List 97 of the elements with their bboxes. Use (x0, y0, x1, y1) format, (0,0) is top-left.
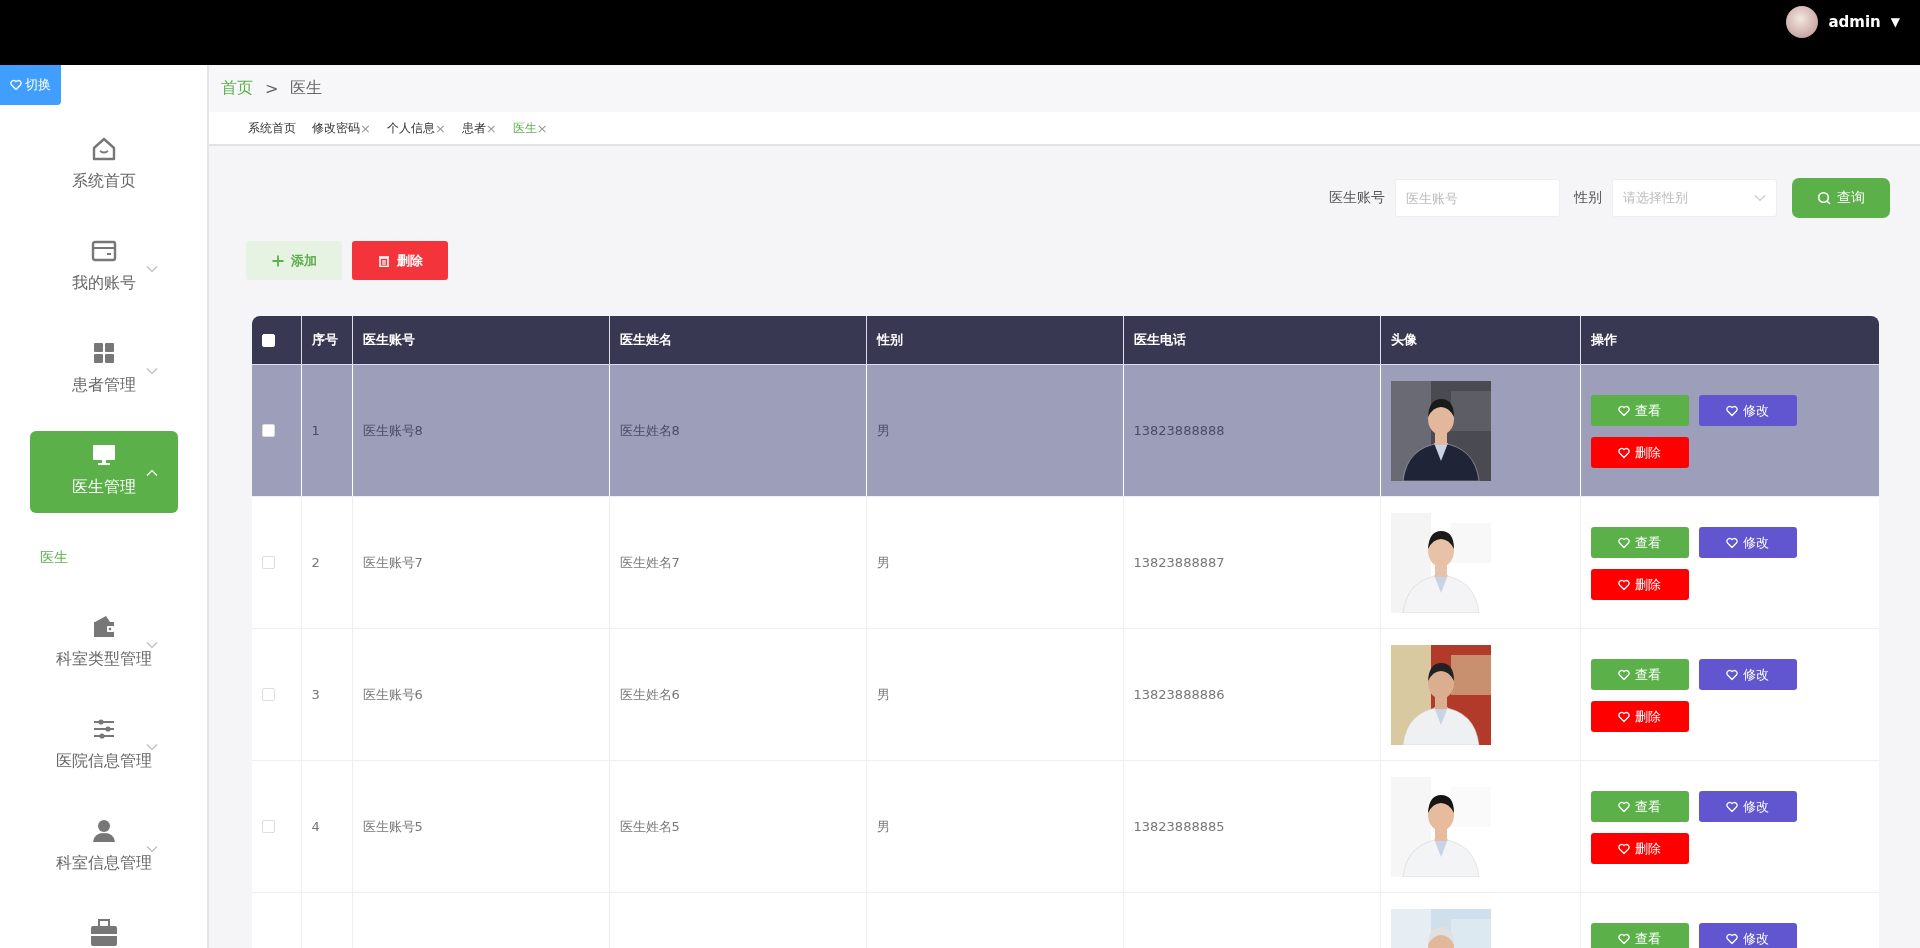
caret-icon[interactable]: ▼ (1890, 14, 1900, 29)
home-icon (90, 135, 118, 163)
table-cell: 医生账号7 (362, 554, 423, 570)
checkbox[interactable] (262, 556, 275, 569)
breadcrumb-item: 医生 (290, 78, 323, 99)
column-header: 序号 (311, 332, 338, 347)
search-field[interactable]: 医生账号 (1395, 179, 1560, 217)
heart-icon (1618, 668, 1630, 681)
heart-icon (1726, 536, 1738, 549)
table-cell: 男 (876, 554, 890, 570)
delete-button[interactable]: 删除 (1590, 701, 1689, 732)
delete-button[interactable]: 删除 (352, 241, 448, 280)
menu-item[interactable]: 我的账号 (30, 227, 178, 309)
column-header: 性别 (876, 332, 903, 347)
toggle-button[interactable]: 切换 (0, 65, 61, 105)
column-header: 头像 (1390, 332, 1417, 347)
tab[interactable]: 个人信息× (386, 119, 446, 137)
heart-icon (10, 79, 22, 91)
view-button[interactable]: 查看 (1590, 659, 1689, 690)
delete-button[interactable]: 删除 (1590, 569, 1689, 600)
edit-button[interactable]: 修改 (1698, 395, 1797, 426)
table-cell: 男 (876, 686, 890, 702)
view-button[interactable]: 查看 (1590, 527, 1689, 558)
close-icon[interactable]: × (485, 120, 497, 136)
table-cell: 13823888886 (1133, 687, 1225, 702)
search-button[interactable]: 查询 (1792, 178, 1890, 218)
edit-button[interactable]: 修改 (1698, 791, 1797, 822)
tab[interactable]: 系统首页 (248, 119, 296, 137)
table-cell: 13823888885 (1133, 819, 1225, 834)
search-icon (1817, 191, 1831, 205)
add-button[interactable]: 添加 (246, 241, 342, 280)
checkbox[interactable] (262, 688, 275, 701)
column-header: 医生账号 (362, 332, 415, 347)
delete-button[interactable]: 删除 (1590, 437, 1689, 468)
table-cell: 医生账号6 (362, 686, 423, 702)
trash-icon (377, 254, 390, 267)
view-button[interactable]: 查看 (1590, 395, 1689, 426)
person-icon (90, 817, 118, 845)
table-cell: 医生姓名5 (619, 818, 680, 834)
submenu-item[interactable]: 医生 (40, 549, 68, 567)
table-cell: 医生姓名6 (619, 686, 680, 702)
heart-icon (1618, 404, 1630, 417)
tab[interactable]: 患者× (461, 119, 497, 137)
menu-item[interactable]: 患者管理 (30, 329, 178, 411)
column-header: 医生电话 (1133, 332, 1186, 347)
table-cell: 13823888888 (1133, 423, 1225, 438)
breadcrumb-link[interactable]: 首页 (221, 78, 253, 99)
plus-icon (271, 254, 284, 267)
field-label: 医生账号 (1329, 189, 1385, 207)
menu-item[interactable]: 科室信息管理 (30, 807, 178, 889)
heart-icon (1618, 578, 1630, 591)
selected-row-highlight[interactable]: 1 医生账号8 医生姓名8 男 13823888888 查看 修改 删除 (252, 364, 1879, 497)
delete-button[interactable]: 删除 (1590, 833, 1689, 864)
table-cell: 2 (311, 555, 320, 570)
column-header: 操作 (1590, 332, 1617, 347)
breadcrumb-item: > (265, 79, 279, 98)
chevron-down-icon (1754, 194, 1766, 202)
heart-icon (1618, 932, 1630, 945)
heart-icon (1726, 800, 1738, 813)
heart-icon (1726, 932, 1738, 945)
tab[interactable]: 医生× (512, 119, 548, 137)
menu-item[interactable]: 系统首页 (30, 125, 178, 207)
edit-button[interactable]: 修改 (1698, 659, 1797, 690)
close-icon[interactable]: × (536, 120, 548, 136)
menu-item[interactable]: 医生管理 (30, 431, 178, 513)
table-cell: 13823888887 (1133, 555, 1225, 570)
view-button[interactable]: 查看 (1590, 923, 1689, 948)
heart-icon (1726, 404, 1738, 417)
column-header: 医生姓名 (619, 332, 672, 347)
field-label: 性别 (1574, 189, 1602, 207)
edit-button[interactable]: 修改 (1698, 527, 1797, 558)
heart-icon (1618, 536, 1630, 549)
tab[interactable]: 修改密码× (312, 119, 371, 137)
checkbox[interactable] (262, 820, 275, 833)
menu-item[interactable]: 科室类型管理 (30, 603, 178, 685)
menu-item[interactable]: 医院信息管理 (30, 705, 178, 787)
user-avatar[interactable] (1786, 5, 1819, 38)
heart-icon (1618, 446, 1630, 459)
table-cell: 3 (311, 687, 320, 702)
table-cell: 医生姓名7 (619, 554, 680, 570)
table-cell: 医生账号8 (362, 422, 423, 438)
table-cell: 1 (311, 423, 320, 438)
heart-icon (1618, 800, 1630, 813)
heart-icon (1618, 710, 1630, 723)
table-cell: 医生账号5 (362, 818, 423, 834)
edit-button[interactable]: 修改 (1698, 923, 1797, 948)
heart-icon (1618, 842, 1630, 855)
close-icon[interactable]: × (434, 120, 446, 136)
view-button[interactable]: 查看 (1590, 791, 1689, 822)
table-cell: 男 (876, 422, 890, 438)
heart-icon (1726, 668, 1738, 681)
table-cell: 男 (876, 818, 890, 834)
checkbox[interactable] (262, 424, 275, 437)
user-name[interactable]: admin (1828, 12, 1881, 31)
close-icon[interactable]: × (360, 120, 371, 136)
table-cell: 医生姓名8 (619, 422, 680, 438)
table-cell: 4 (311, 819, 320, 834)
